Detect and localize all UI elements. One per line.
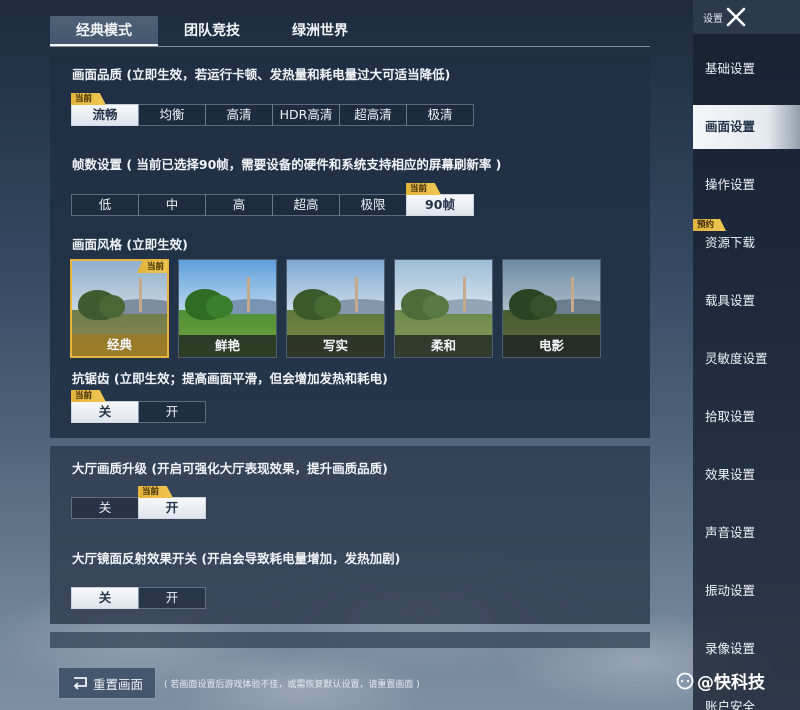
- option-label: 90帧: [425, 197, 455, 212]
- option-label: 极清: [427, 107, 453, 122]
- option-label: 超高清: [354, 107, 392, 122]
- watermark-text: @快科技: [697, 673, 765, 693]
- style-label: 经典: [72, 334, 167, 356]
- reset-graphics-button[interactable]: 重置画面: [58, 667, 156, 699]
- tab-underline: [50, 46, 650, 47]
- quality-option-extreme[interactable]: 极清: [406, 104, 474, 126]
- lobby-reflection-title: 大厅镜面反射效果开关 (开启会导致耗电量增加，发热加剧): [72, 551, 401, 566]
- quality-option-hdr[interactable]: HDR高清: [272, 104, 340, 126]
- option-label: HDR高清: [279, 107, 333, 122]
- option-label: 关: [98, 590, 112, 605]
- sidebar-title: 设置: [703, 14, 723, 25]
- option-label: 中: [165, 197, 179, 212]
- graphics-panel: 画面品质 (立即生效，若运行卡顿、发热量和耗电量过大可适当降低) 当前 流畅 均…: [50, 54, 650, 438]
- watermark: @快科技: [676, 668, 765, 693]
- style-label: 电影: [503, 335, 600, 357]
- option-label: 高: [232, 197, 246, 212]
- tab-classic[interactable]: 经典模式: [50, 16, 158, 46]
- sidebar-item-effects[interactable]: 效果设置: [693, 453, 800, 497]
- close-icon[interactable]: [723, 4, 749, 30]
- lobby-upgrade-on[interactable]: 当前 开: [138, 486, 206, 519]
- option-label: 低: [98, 197, 112, 212]
- quality-option-balanced[interactable]: 均衡: [138, 104, 206, 126]
- lobby-reflection-segment: 关 开: [71, 587, 206, 609]
- fps-option-90[interactable]: 当前 90帧: [406, 183, 474, 216]
- style-options: 当前 经典 鲜艳 写实 柔和 电影: [70, 259, 610, 358]
- sidebar-item-sensitivity[interactable]: 灵敏度设置: [693, 337, 800, 381]
- tab-oasis-world[interactable]: 绿洲世界: [266, 16, 374, 46]
- style-option-soft[interactable]: 柔和: [394, 259, 493, 358]
- lobby-panel: 大厅画质升级 (开启可强化大厅表现效果，提升画质品质) 关 当前 开 大厅镜面反…: [50, 446, 650, 624]
- antialias-segment: 当前 关 开: [71, 390, 206, 423]
- style-option-realistic[interactable]: 写实: [286, 259, 385, 358]
- style-title: 画面风格 (立即生效): [72, 237, 188, 252]
- style-option-vivid[interactable]: 鲜艳: [178, 259, 277, 358]
- style-label: 柔和: [395, 335, 492, 357]
- antialias-on[interactable]: 开: [138, 401, 206, 423]
- option-label: 开: [165, 404, 179, 419]
- tab-team-deathmatch[interactable]: 团队竞技: [158, 16, 266, 46]
- sidebar-item-vibration[interactable]: 振动设置: [693, 569, 800, 613]
- quality-option-uhd[interactable]: 超高清: [339, 104, 407, 126]
- style-option-cinema[interactable]: 电影: [502, 259, 601, 358]
- lobby-upgrade-segment: 关 当前 开: [71, 486, 206, 519]
- option-label: 流畅: [92, 107, 118, 122]
- sidebar-item-recording[interactable]: 录像设置: [693, 627, 800, 671]
- sidebar-item-basic[interactable]: 基础设置: [693, 47, 800, 91]
- sidebar-item-controls[interactable]: 操作设置: [693, 163, 800, 207]
- quality-option-hd[interactable]: 高清: [205, 104, 273, 126]
- sidebar-item-graphics[interactable]: 画面设置: [693, 105, 800, 149]
- fps-option-low[interactable]: 低: [71, 194, 139, 216]
- option-label: 关: [98, 500, 112, 515]
- thumb-tree: [98, 295, 126, 318]
- antialias-off[interactable]: 当前 关: [71, 390, 139, 423]
- thumb-tower: [354, 277, 358, 313]
- mode-tabs: 经典模式 团队竞技 绿洲世界: [50, 16, 374, 46]
- chat-bubble-icon: [676, 672, 694, 689]
- lobby-reflection-on[interactable]: 开: [138, 587, 206, 609]
- fps-option-ultra[interactable]: 超高: [272, 194, 340, 216]
- option-label: 高清: [226, 107, 252, 122]
- style-label: 写实: [287, 335, 384, 357]
- sidebar-item-pickup[interactable]: 拾取设置: [693, 395, 800, 439]
- quality-title: 画面品质 (立即生效，若运行卡顿、发热量和耗电量过大可适当降低): [72, 67, 451, 82]
- fps-option-high[interactable]: 高: [205, 194, 273, 216]
- sidebar-item-downloads[interactable]: 资源下载: [693, 221, 800, 265]
- fps-segment: 低 中 高 超高 极限 当前 90帧: [71, 183, 474, 216]
- settings-sidebar: 设置 基础设置 画面设置 操作设置 预约 资源下载 载具设置 灵敏度设置 拾取设…: [693, 0, 800, 710]
- sidebar-header: 设置: [693, 0, 800, 34]
- option-label: 开: [165, 500, 179, 515]
- thumb-tower: [138, 278, 142, 313]
- style-label: 鲜艳: [179, 335, 276, 357]
- fps-option-medium[interactable]: 中: [138, 194, 206, 216]
- option-label: 极限: [360, 197, 386, 212]
- reset-icon: [73, 677, 87, 690]
- antialias-title: 抗锯齿 (立即生效；提高画面平滑，但会增加发热和耗电): [72, 371, 388, 386]
- current-badge: 当前: [138, 486, 174, 498]
- option-label: 关: [98, 404, 112, 419]
- quality-option-smooth[interactable]: 当前 流畅: [71, 93, 139, 126]
- thumb-tower: [462, 277, 466, 313]
- lobby-upgrade-title: 大厅画质升级 (开启可强化大厅表现效果，提升画质品质): [72, 461, 388, 476]
- reset-note: ( 若画面设置后游戏体验不佳，或需恢复默认设置，请重置画面 ): [164, 680, 420, 690]
- fps-title: 帧数设置 ( 当前已选择90帧，需要设备的硬件和系统支持相应的屏幕刷新率 ): [72, 157, 502, 172]
- current-badge: 当前: [71, 390, 107, 402]
- quality-segment: 当前 流畅 均衡 高清 HDR高清 超高清 极清: [71, 93, 474, 126]
- panel-footer-strip: [50, 632, 650, 648]
- option-label: 均衡: [159, 107, 185, 122]
- option-label: 开: [165, 590, 179, 605]
- current-badge: 当前: [406, 183, 442, 195]
- sidebar-item-sound[interactable]: 声音设置: [693, 511, 800, 555]
- lobby-upgrade-off[interactable]: 关: [71, 497, 139, 519]
- option-label: 超高: [293, 197, 319, 212]
- current-badge: 当前: [71, 93, 107, 105]
- sidebar-item-vehicle[interactable]: 载具设置: [693, 279, 800, 323]
- thumb-tower: [570, 277, 574, 313]
- reset-label: 重置画面: [92, 676, 143, 692]
- lobby-reflection-off[interactable]: 关: [71, 587, 139, 609]
- style-option-classic[interactable]: 当前 经典: [70, 259, 169, 358]
- thumb-tower: [246, 277, 250, 313]
- fps-option-extreme[interactable]: 极限: [339, 194, 407, 216]
